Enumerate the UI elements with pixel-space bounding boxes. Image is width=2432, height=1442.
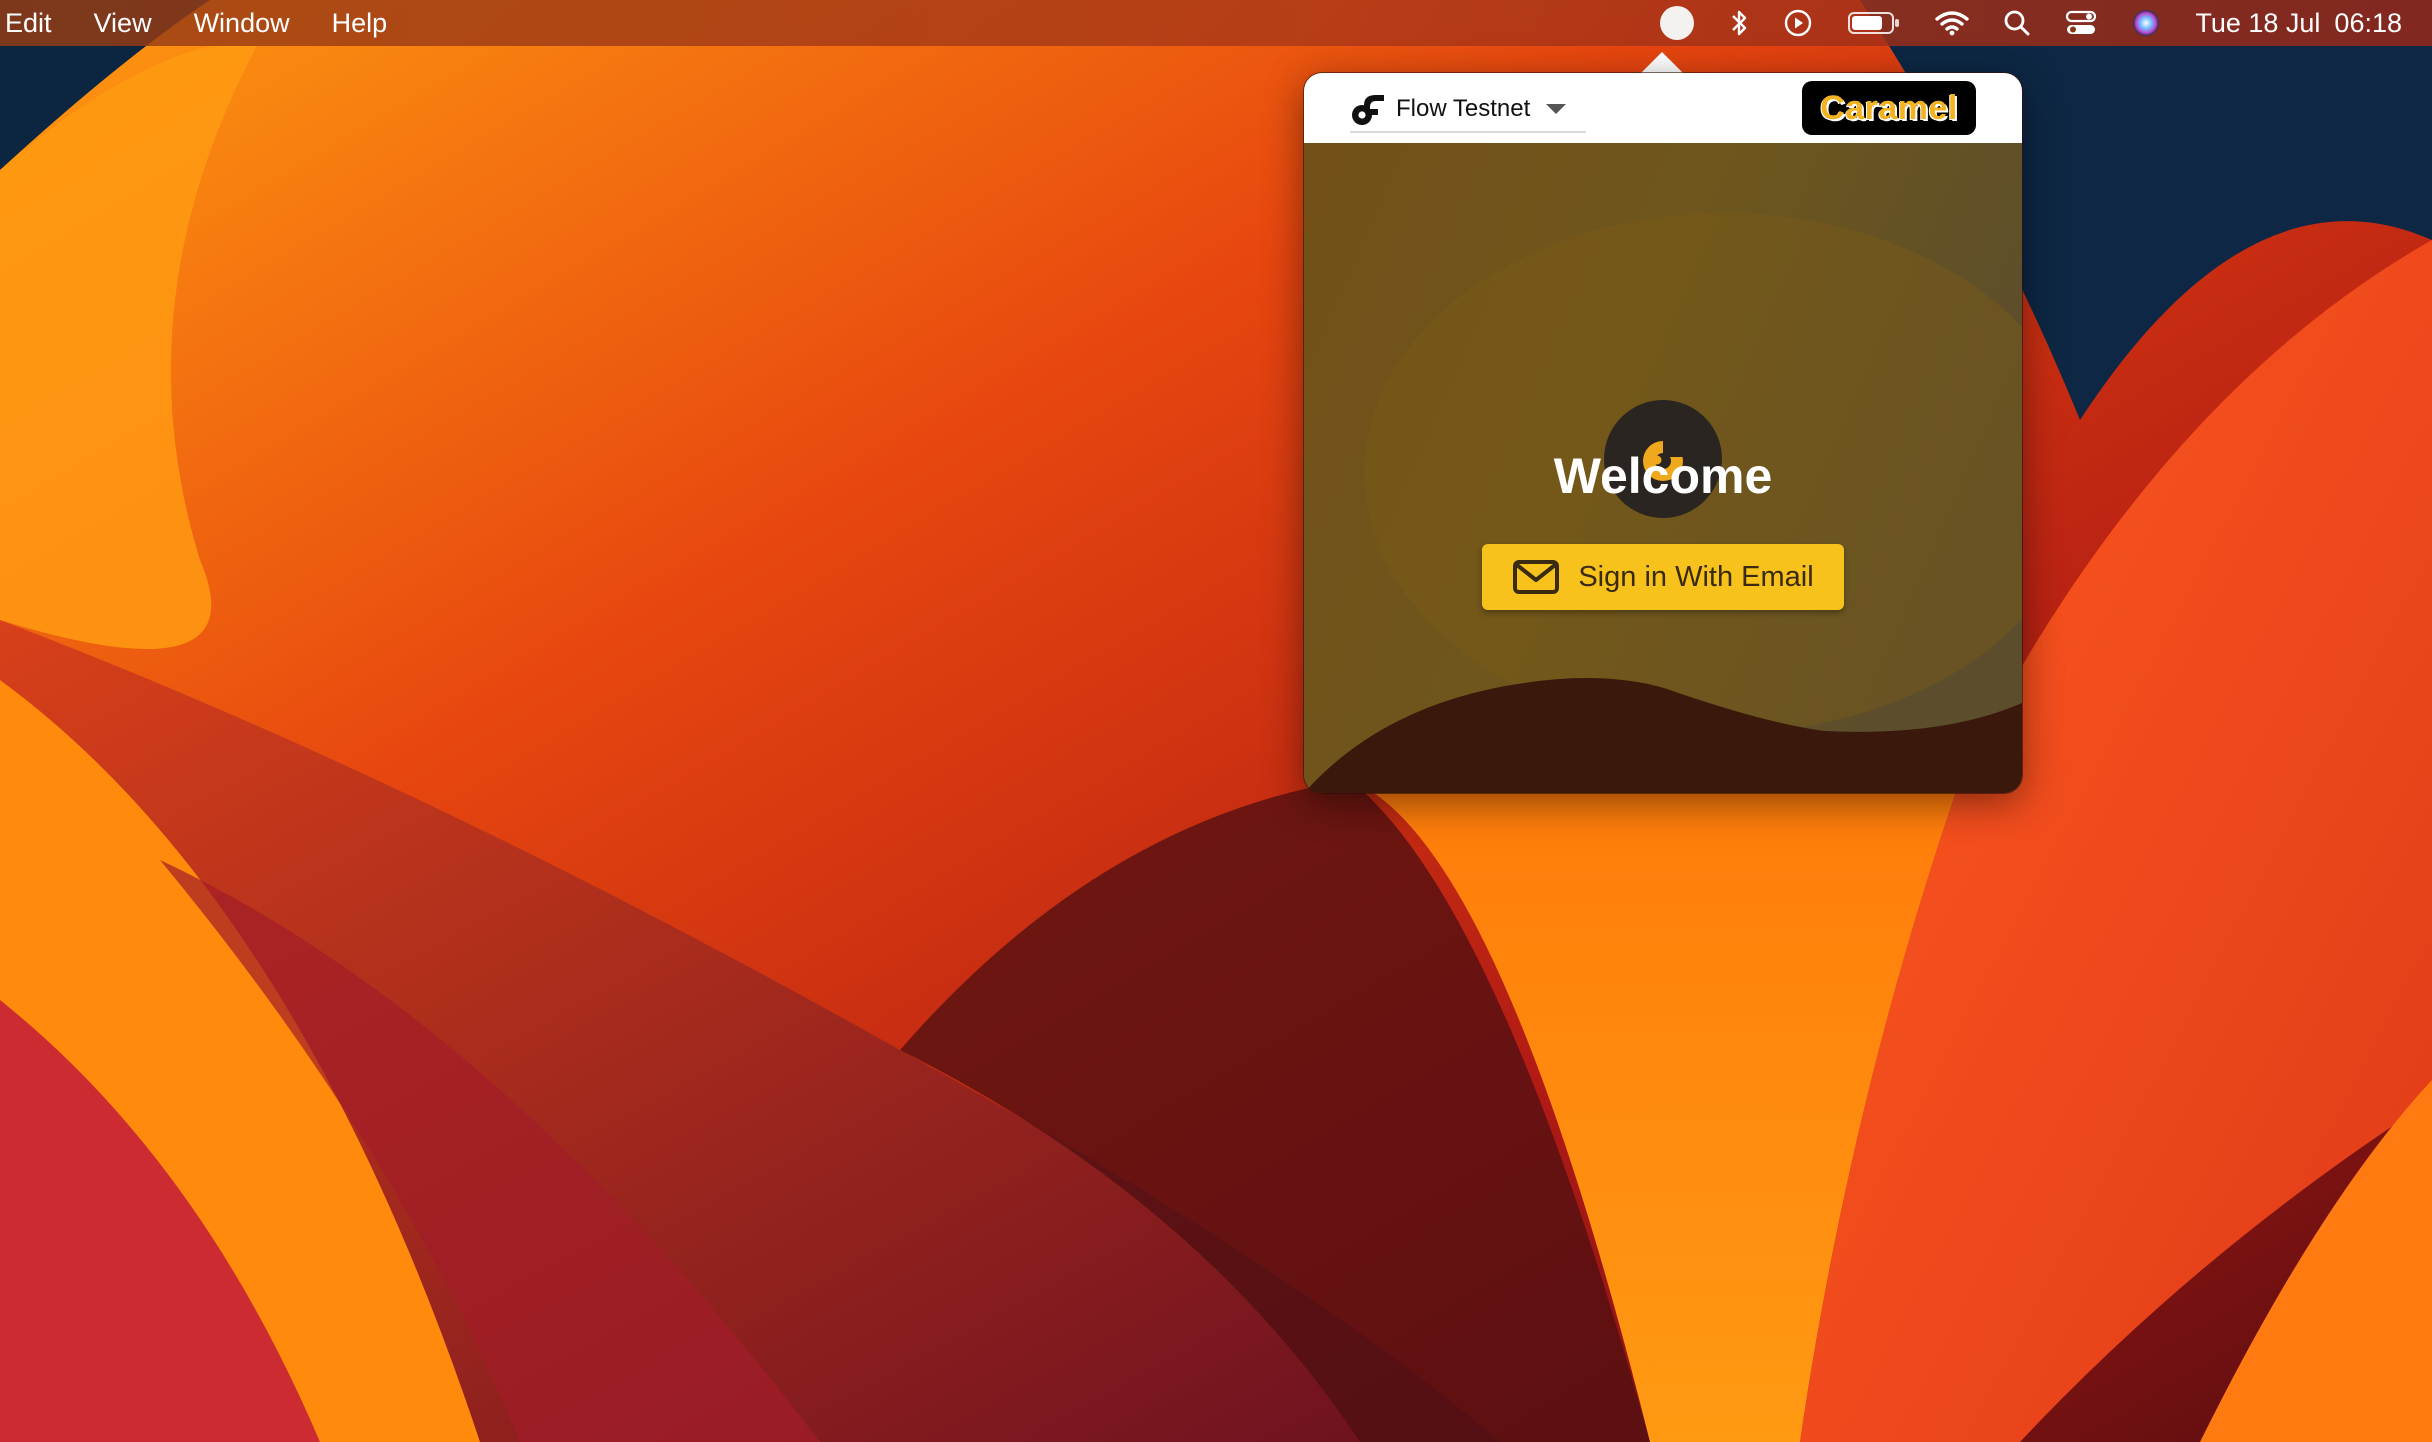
wifi-icon[interactable] <box>1935 0 1970 46</box>
bluetooth-icon[interactable] <box>1729 0 1749 46</box>
status-area: Tue 18 Jul 06:18 <box>1659 0 2432 46</box>
network-selector[interactable]: Flow Testnet <box>1350 87 1586 133</box>
desktop-wallpaper <box>0 0 2432 1442</box>
siri-icon[interactable] <box>2131 0 2161 46</box>
play-icon[interactable] <box>1783 0 1813 46</box>
menu-view[interactable]: View <box>94 8 152 39</box>
sign-in-email-button[interactable]: Sign in With Email <box>1482 544 1844 610</box>
caramel-popover: Flow Testnet Caramel Welcome Sign in Wit… <box>1304 73 2022 793</box>
menu-window[interactable]: Window <box>194 8 290 39</box>
popover-header: Flow Testnet Caramel <box>1304 73 2022 143</box>
sign-in-label: Sign in With Email <box>1578 560 1814 593</box>
battery-icon[interactable] <box>1847 0 1901 46</box>
network-label: Flow Testnet <box>1396 95 1531 122</box>
app-menu: Edit View Window Help <box>0 0 429 46</box>
brand-logo: Caramel <box>1802 81 1976 135</box>
popover-arrow <box>1640 52 1684 74</box>
search-icon[interactable] <box>2003 0 2031 46</box>
mail-icon <box>1512 559 1560 595</box>
control-center-icon[interactable] <box>2065 0 2097 46</box>
welcome-heading: Welcome <box>1553 448 1773 504</box>
menu-bar: Edit View Window Help Tue 18 Jul 06:18 <box>0 0 2432 46</box>
caramel-app-icon[interactable] <box>1659 0 1695 46</box>
menu-clock[interactable]: Tue 18 Jul 06:18 <box>2195 8 2402 39</box>
clock-date: Tue 18 Jul <box>2195 7 2321 38</box>
brand-name: Caramel <box>1820 88 1958 127</box>
flow-logo-icon <box>1352 95 1384 125</box>
menu-help[interactable]: Help <box>332 8 388 39</box>
clock-time: 06:18 <box>2334 7 2402 38</box>
menu-edit[interactable]: Edit <box>5 8 52 39</box>
chevron-down-icon <box>1546 104 1567 114</box>
